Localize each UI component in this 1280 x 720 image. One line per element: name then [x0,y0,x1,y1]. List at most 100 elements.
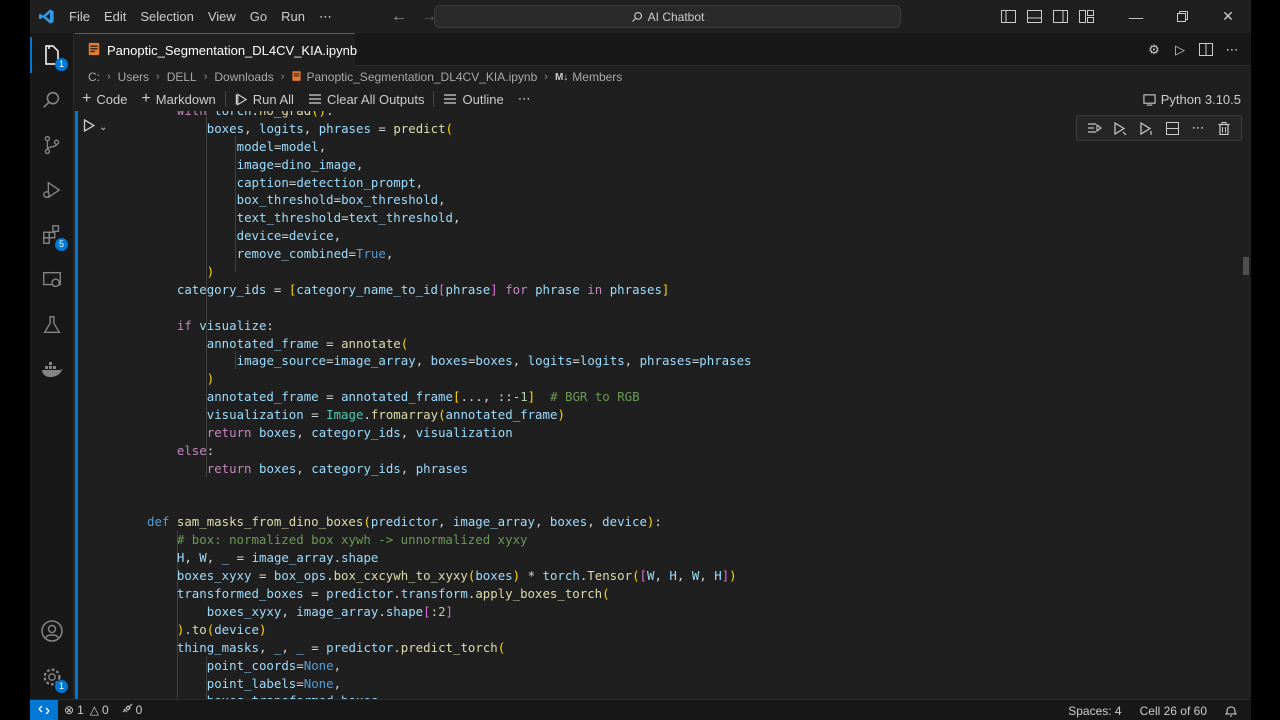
accounts-icon[interactable] [30,609,74,653]
code-line[interactable]: remove_combined=True, [147,245,752,263]
code-line[interactable]: ​ [147,478,752,496]
breadcrumb-drive[interactable]: C: [88,70,100,84]
code-line[interactable]: annotated_frame = annotated_frame[..., :… [147,388,752,406]
menu-go[interactable]: Go [243,0,274,33]
run-debug-icon[interactable] [30,168,74,212]
testing-flask-icon[interactable] [30,303,74,347]
code-line[interactable]: text_threshold=text_threshold, [147,209,752,227]
code-line[interactable]: annotated_frame = annotate( [147,335,752,353]
delete-cell-trash-icon[interactable] [1213,118,1235,138]
plus-icon: + [82,90,92,107]
toggle-primary-sidebar-icon[interactable] [995,0,1021,33]
code-line[interactable]: return boxes, category_ids, visualizatio… [147,424,752,442]
run-file-icon[interactable]: ▷ [1169,39,1191,61]
code-line[interactable]: category_ids = [category_name_to_id[phra… [147,281,752,299]
minimize-icon[interactable]: — [1113,0,1159,33]
scrollbar-thumb[interactable] [1243,257,1249,275]
code-line[interactable]: boxes_xyxy = box_ops.box_cxcywh_to_xyxy(… [147,567,752,585]
menu-view[interactable]: View [201,0,243,33]
code-line[interactable]: thing_masks, _, _ = predictor.predict_to… [147,639,752,657]
kernel-picker[interactable]: Python 3.10.5 [1143,88,1241,110]
breadcrumb-file[interactable]: Panoptic_Segmentation_DL4CV_KIA.ipynb [306,70,537,84]
chevron-down-icon[interactable]: ⌄ [99,122,107,133]
toggle-panel-icon[interactable] [1021,0,1047,33]
warning-icon: △ [89,703,99,717]
back-arrow-icon[interactable]: ← [391,8,407,26]
execute-cell-icon[interactable] [83,118,96,135]
code-line[interactable]: point_coords=None, [147,657,752,675]
menu-file[interactable]: File [62,0,97,33]
code-line[interactable]: box_threshold=box_threshold, [147,191,752,209]
notifications-bell-icon[interactable] [1219,704,1243,717]
split-editor-icon[interactable] [1195,39,1217,61]
run-cell-and-below-icon[interactable] [1135,118,1157,138]
vertical-scrollbar[interactable] [1237,111,1251,699]
remote-explorer-icon[interactable] [30,258,74,302]
execute-below-icon[interactable] [1109,118,1131,138]
code-line[interactable]: ​ [147,496,752,514]
cell-more-icon[interactable]: ⋯ [1187,118,1209,138]
ports-indicator[interactable]: 0 [115,703,149,718]
code-line[interactable]: transformed_boxes = predictor.transform.… [147,585,752,603]
outline-button[interactable]: Outline [436,88,510,110]
code-cell[interactable]: with torch.no_grad(): boxes, logits, phr… [147,111,752,699]
manage-gear-icon[interactable]: 1 [30,655,74,699]
code-line[interactable]: ) [147,370,752,388]
add-markdown-cell-button[interactable]: + Markdown [134,88,222,110]
command-center-search[interactable]: AI Chatbot [434,5,901,28]
code-line[interactable]: boxes, logits, phrases = predict( [147,120,752,138]
clear-all-outputs-button[interactable]: Clear All Outputs [301,88,432,110]
problems-indicator[interactable]: ⊗ 1 △ 0 [58,703,115,717]
code-line[interactable]: with torch.no_grad(): [147,111,752,120]
menu-more[interactable]: ⋯ [312,0,339,33]
cell-position-status[interactable]: Cell 26 of 60 [1134,704,1213,718]
extensions-icon[interactable]: 5 [30,213,74,257]
code-line[interactable]: boxes=transformed_boxes, [147,692,752,699]
restore-icon[interactable] [1159,0,1205,33]
code-line[interactable]: image=dino_image, [147,156,752,174]
breadcrumb-users[interactable]: Users [118,70,149,84]
customize-layout-icon[interactable] [1073,0,1099,33]
indentation-status[interactable]: Spaces: 4 [1062,704,1127,718]
toolbar-more-button[interactable]: ⋯ [511,88,538,110]
remote-indicator-icon[interactable] [30,699,58,720]
code-line[interactable]: visualization = Image.fromarray(annotate… [147,406,752,424]
menu-run[interactable]: Run [274,0,312,33]
menu-bar: File Edit Selection View Go Run ⋯ [62,0,339,33]
add-code-cell-button[interactable]: + Code [75,88,134,110]
execute-above-icon[interactable] [1083,118,1105,138]
code-line[interactable]: # box: normalized box xywh -> unnormaliz… [147,531,752,549]
explorer-icon[interactable]: 1 [30,33,74,77]
code-line[interactable]: image_source=image_array, boxes=boxes, l… [147,352,752,370]
menu-edit[interactable]: Edit [97,0,133,33]
code-line[interactable]: ) [147,263,752,281]
code-line[interactable]: device=device, [147,227,752,245]
run-all-button[interactable]: Run All [228,88,301,110]
code-line[interactable]: caption=detection_prompt, [147,174,752,192]
docker-icon[interactable] [30,348,74,392]
code-line[interactable]: ​ [147,299,752,317]
code-line[interactable]: ).to(device) [147,621,752,639]
breadcrumb-downloads[interactable]: Downloads [214,70,273,84]
close-icon[interactable]: ✕ [1205,0,1251,33]
code-line[interactable]: point_labels=None, [147,675,752,693]
search-activity-icon[interactable] [30,78,74,122]
breadcrumb-members[interactable]: Members [572,70,622,84]
more-actions-icon[interactable]: ⋯ [1221,39,1243,61]
code-line[interactable]: else: [147,442,752,460]
settings-gear-icon[interactable]: ⚙ [1143,39,1165,61]
code-line[interactable]: def sam_masks_from_dino_boxes(predictor,… [147,513,752,531]
breadcrumb-dell[interactable]: DELL [167,70,197,84]
tab-notebook[interactable]: Panoptic_Segmentation_DL4CV_KIA.ipynb [75,33,357,66]
source-control-icon[interactable] [30,123,74,167]
toolbar-divider [433,91,435,107]
split-cell-icon[interactable] [1161,118,1183,138]
code-line[interactable]: H, W, _ = image_array.shape [147,549,752,567]
code-line[interactable]: return boxes, category_ids, phrases [147,460,752,478]
code-line[interactable]: if visualize: [147,317,752,335]
code-line[interactable]: boxes_xyxy, image_array.shape[:2] [147,603,752,621]
code-line[interactable]: model=model, [147,138,752,156]
menu-selection[interactable]: Selection [133,0,200,33]
notebook-editor[interactable]: ⌄ ⋯ with torch.no_grad( [75,111,1251,699]
toggle-secondary-sidebar-icon[interactable] [1047,0,1073,33]
